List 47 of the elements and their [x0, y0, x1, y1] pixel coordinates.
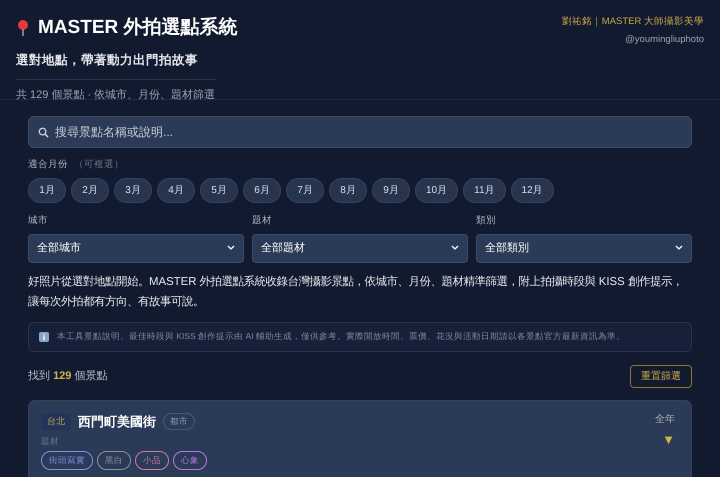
author-text: 劉祐銘｜MASTER 大師攝影美學	[562, 15, 704, 29]
month-pill[interactable]: 8月	[329, 178, 367, 204]
search-icon	[38, 127, 49, 138]
months-hint: （可複選）	[74, 158, 124, 172]
month-pill[interactable]: 7月	[286, 178, 324, 204]
reset-button[interactable]: 重置篩選	[630, 364, 692, 388]
intro-paragraph: 好照片從選對地點開始。MASTER 外拍選點系統收錄台灣攝影景點，依城市、月份、題材精準篩選，附上拍攝時段與 KISS 創作提示，讓每次外拍都有方向、有故事可說。	[28, 274, 684, 310]
subtitle: 選對地點，帶著動力出門拍故事	[16, 52, 199, 68]
month-pill[interactable]: 3月	[114, 178, 152, 204]
season-text: 全年	[655, 412, 675, 426]
city-badge: 台北	[41, 412, 71, 430]
month-pill[interactable]: 10月	[415, 178, 458, 204]
topic-tag: 心象	[173, 450, 207, 470]
summary-text: 共 129 個景點 · 依城市、月份、題材篩選	[16, 88, 216, 104]
expand-toggle[interactable]: ▼	[662, 430, 675, 449]
topic-tag: 街頭寫實	[41, 450, 93, 470]
chevron-icon	[675, 245, 683, 251]
month-pill[interactable]: 4月	[157, 178, 195, 204]
topic-tag: 黑白	[97, 450, 131, 470]
filter-label: 題材	[252, 214, 273, 228]
month-pill[interactable]: 1月	[28, 178, 66, 204]
month-pill[interactable]: 2月	[71, 178, 109, 204]
filter-select[interactable]: 全部城市	[28, 234, 244, 262]
results-count: 找到 129 個景點	[28, 368, 108, 384]
spot-card[interactable]: 台北 西門町美國街 都市 題材 街頭寫實 黑白 小品 心象 全年 ▼	[28, 400, 692, 477]
month-pill[interactable]: 11月	[463, 178, 506, 204]
app-title: MASTER 外拍選點系統	[38, 16, 238, 40]
chevron-icon	[451, 245, 459, 251]
handle-text: @youmingliuphoto	[624, 33, 704, 48]
notice-text: 本工具景點說明、最佳時段與 KISS 創作提示由 AI 輔助生成，僅供參考。實際開放時間、票價、花況與活動日期請以各景點官方最新資訊為準。	[57, 330, 625, 343]
pin-icon	[16, 19, 30, 38]
topic-tag: 小品	[135, 450, 169, 470]
month-pill[interactable]: 6月	[243, 178, 281, 204]
months-label: 適合月份	[28, 158, 68, 172]
tags-label: 題材	[41, 435, 60, 448]
filter-label: 類別	[476, 214, 497, 228]
filter-select[interactable]: 全部類別	[476, 234, 692, 262]
info-icon	[39, 332, 49, 342]
chevron-icon	[227, 245, 235, 251]
filter-select[interactable]: 全部題材	[252, 234, 468, 262]
month-pill[interactable]: 5月	[200, 178, 238, 204]
month-pill[interactable]: 9月	[372, 178, 410, 204]
spot-name: 西門町美國街	[78, 412, 156, 430]
category-badge: 都市	[163, 412, 195, 430]
search-field[interactable]: 搜尋景點名稱或說明...	[28, 116, 692, 148]
month-pill[interactable]: 12月	[510, 178, 554, 204]
filter-label: 城市	[28, 214, 49, 228]
